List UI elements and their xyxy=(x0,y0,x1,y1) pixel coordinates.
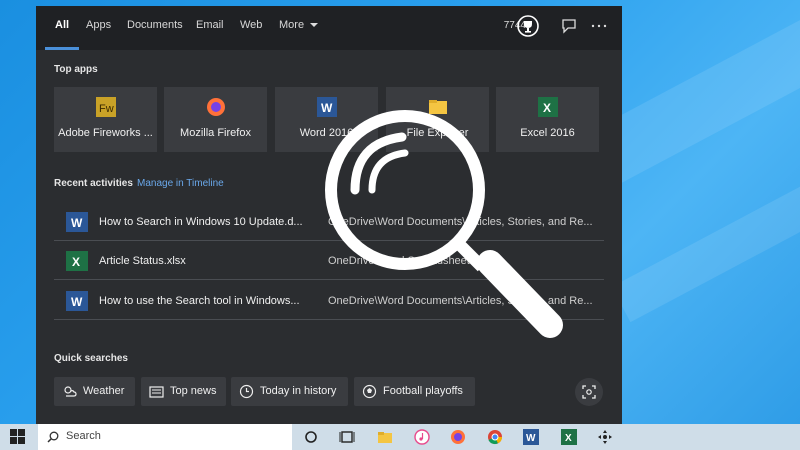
quick-search-label: Football playoffs xyxy=(383,385,463,397)
more-options-icon[interactable] xyxy=(588,15,610,37)
quick-search-label: Top news xyxy=(170,385,217,397)
tab-apps[interactable]: Apps xyxy=(86,6,111,50)
rewards-trophy-icon[interactable] xyxy=(517,15,539,37)
chrome-icon[interactable] xyxy=(487,429,503,445)
quick-search-label: Today in history xyxy=(260,385,337,397)
quick-searches-title: Quick searches xyxy=(54,353,128,364)
taskbar-search-box[interactable]: Search xyxy=(38,424,292,450)
app-tile-fireworks[interactable]: Fw Adobe Fireworks ... xyxy=(54,87,157,152)
quick-search-today-in-history[interactable]: Today in history xyxy=(231,377,348,406)
recent-activity-name: Article Status.xlsx xyxy=(99,255,186,267)
firefox-icon[interactable] xyxy=(450,429,466,445)
manage-in-timeline-link[interactable]: Manage in Timeline xyxy=(137,178,224,189)
cortana-icon[interactable] xyxy=(303,429,319,445)
svg-text:X: X xyxy=(565,433,572,444)
task-view-icon[interactable] xyxy=(339,429,355,445)
recent-activity-name: How to Search in Windows 10 Update.d... xyxy=(99,216,303,228)
tab-more-label: More xyxy=(279,19,305,31)
windows-start-icon[interactable] xyxy=(10,429,26,445)
taskbar: Search W X xyxy=(0,424,800,450)
tab-more[interactable]: More xyxy=(279,6,319,50)
excel-icon: X xyxy=(66,251,88,271)
tab-email[interactable]: Email xyxy=(196,6,224,50)
itunes-icon[interactable] xyxy=(414,429,430,445)
firefox-icon xyxy=(207,98,225,116)
svg-text:W: W xyxy=(71,295,83,309)
word-icon: W xyxy=(66,212,88,232)
word-icon[interactable]: W xyxy=(523,429,539,445)
weather-icon xyxy=(64,386,77,397)
quick-search-top-news[interactable]: Top news xyxy=(141,377,226,406)
tab-all[interactable]: All xyxy=(44,6,80,50)
tab-documents[interactable]: Documents xyxy=(127,6,183,50)
search-icon xyxy=(47,431,59,443)
clock-icon xyxy=(239,384,254,399)
recent-activities-title: Recent activities xyxy=(54,178,133,189)
quick-search-label: Weather xyxy=(83,385,125,397)
folder-icon[interactable] xyxy=(377,429,393,445)
word-icon: W xyxy=(66,291,88,311)
fireworks-icon: Fw xyxy=(96,97,116,117)
news-icon xyxy=(149,386,164,398)
app-tile-label: Adobe Fireworks ... xyxy=(58,127,153,139)
feedback-icon[interactable] xyxy=(558,15,580,37)
chevron-down-icon xyxy=(310,23,319,27)
tab-web[interactable]: Web xyxy=(240,6,262,50)
search-input[interactable]: Search xyxy=(66,430,101,442)
quick-search-football-playoffs[interactable]: Football playoffs xyxy=(354,377,475,406)
svg-text:X: X xyxy=(72,255,80,269)
screenshot-search-icon[interactable] xyxy=(574,377,604,407)
gamepad-icon[interactable] xyxy=(597,429,613,445)
magnifier-overlay-icon xyxy=(325,110,563,338)
quick-search-weather[interactable]: Weather xyxy=(54,377,135,406)
football-icon xyxy=(362,384,377,399)
svg-text:W: W xyxy=(526,433,536,444)
svg-text:W: W xyxy=(71,216,83,230)
recent-activity-name: How to use the Search tool in Windows... xyxy=(99,295,300,307)
top-apps-title: Top apps xyxy=(54,64,98,75)
excel-icon[interactable]: X xyxy=(561,429,577,445)
app-tile-firefox[interactable]: Mozilla Firefox xyxy=(164,87,267,152)
svg-text:Fw: Fw xyxy=(99,103,114,115)
app-tile-label: Mozilla Firefox xyxy=(180,127,251,139)
search-tab-bar: All Apps Documents Email Web More 7744 xyxy=(36,6,622,50)
